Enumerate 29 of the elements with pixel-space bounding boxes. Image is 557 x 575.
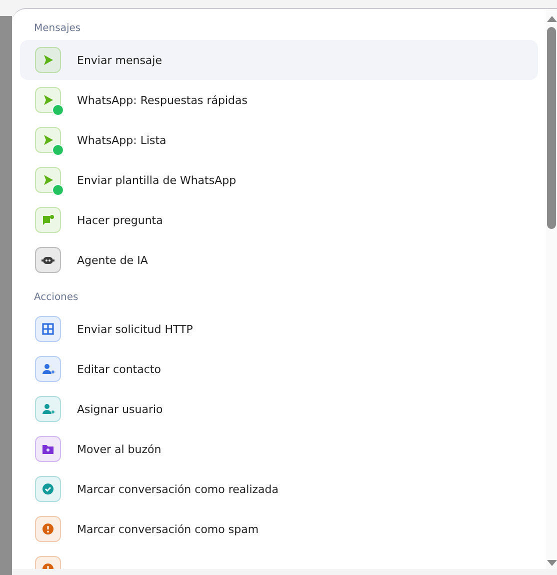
menu-item[interactable]: Enviar mensaje [20, 40, 538, 80]
menu-item[interactable]: WhatsApp: Respuestas rápidas [20, 80, 538, 120]
menu-item[interactable]: Enviar plantilla de WhatsApp [20, 160, 538, 200]
item-label: Asignar usuario [77, 402, 163, 416]
item-label: Enviar mensaje [77, 54, 162, 66]
scroll-up-icon[interactable] [546, 15, 556, 23]
menu-item[interactable]: Editar contacto [20, 349, 538, 389]
menu-item[interactable]: WhatsApp: Lista [20, 120, 538, 160]
item-label: Enviar solicitud HTTP [77, 322, 193, 336]
item-label: WhatsApp: Lista [77, 134, 166, 146]
menu-item[interactable]: Agente de IA [20, 240, 538, 280]
menu-item[interactable]: Mover al buzón [20, 429, 538, 469]
menu-item[interactable]: Enviar solicitud HTTP [20, 309, 538, 349]
item-label: Agente de IA [77, 254, 148, 266]
item-label: Marcar conversación como realizada [77, 482, 279, 496]
menu-item[interactable]: Marcar conversación como spam [20, 509, 538, 549]
section-heading: Acciones [33, 292, 80, 305]
scrollbar[interactable] [546, 9, 557, 569]
item-label: Mover al buzón [77, 442, 162, 456]
section-heading: Mensajes [33, 23, 82, 36]
menu-item[interactable]: Hacer pregunta [20, 200, 538, 240]
item-label: Editar contacto [77, 362, 161, 376]
scroll-down-icon[interactable] [546, 559, 556, 567]
menu-item[interactable]: Marcar conversación como realizada [20, 469, 538, 509]
item-label: Hacer pregunta [77, 214, 163, 226]
menu-item[interactable]: Asignar usuario [20, 389, 538, 429]
item-label: Enviar plantilla de WhatsApp [77, 174, 236, 186]
item-label: WhatsApp: Respuestas rápidas [77, 94, 248, 106]
item-label: Marcar conversación como spam [77, 522, 259, 536]
